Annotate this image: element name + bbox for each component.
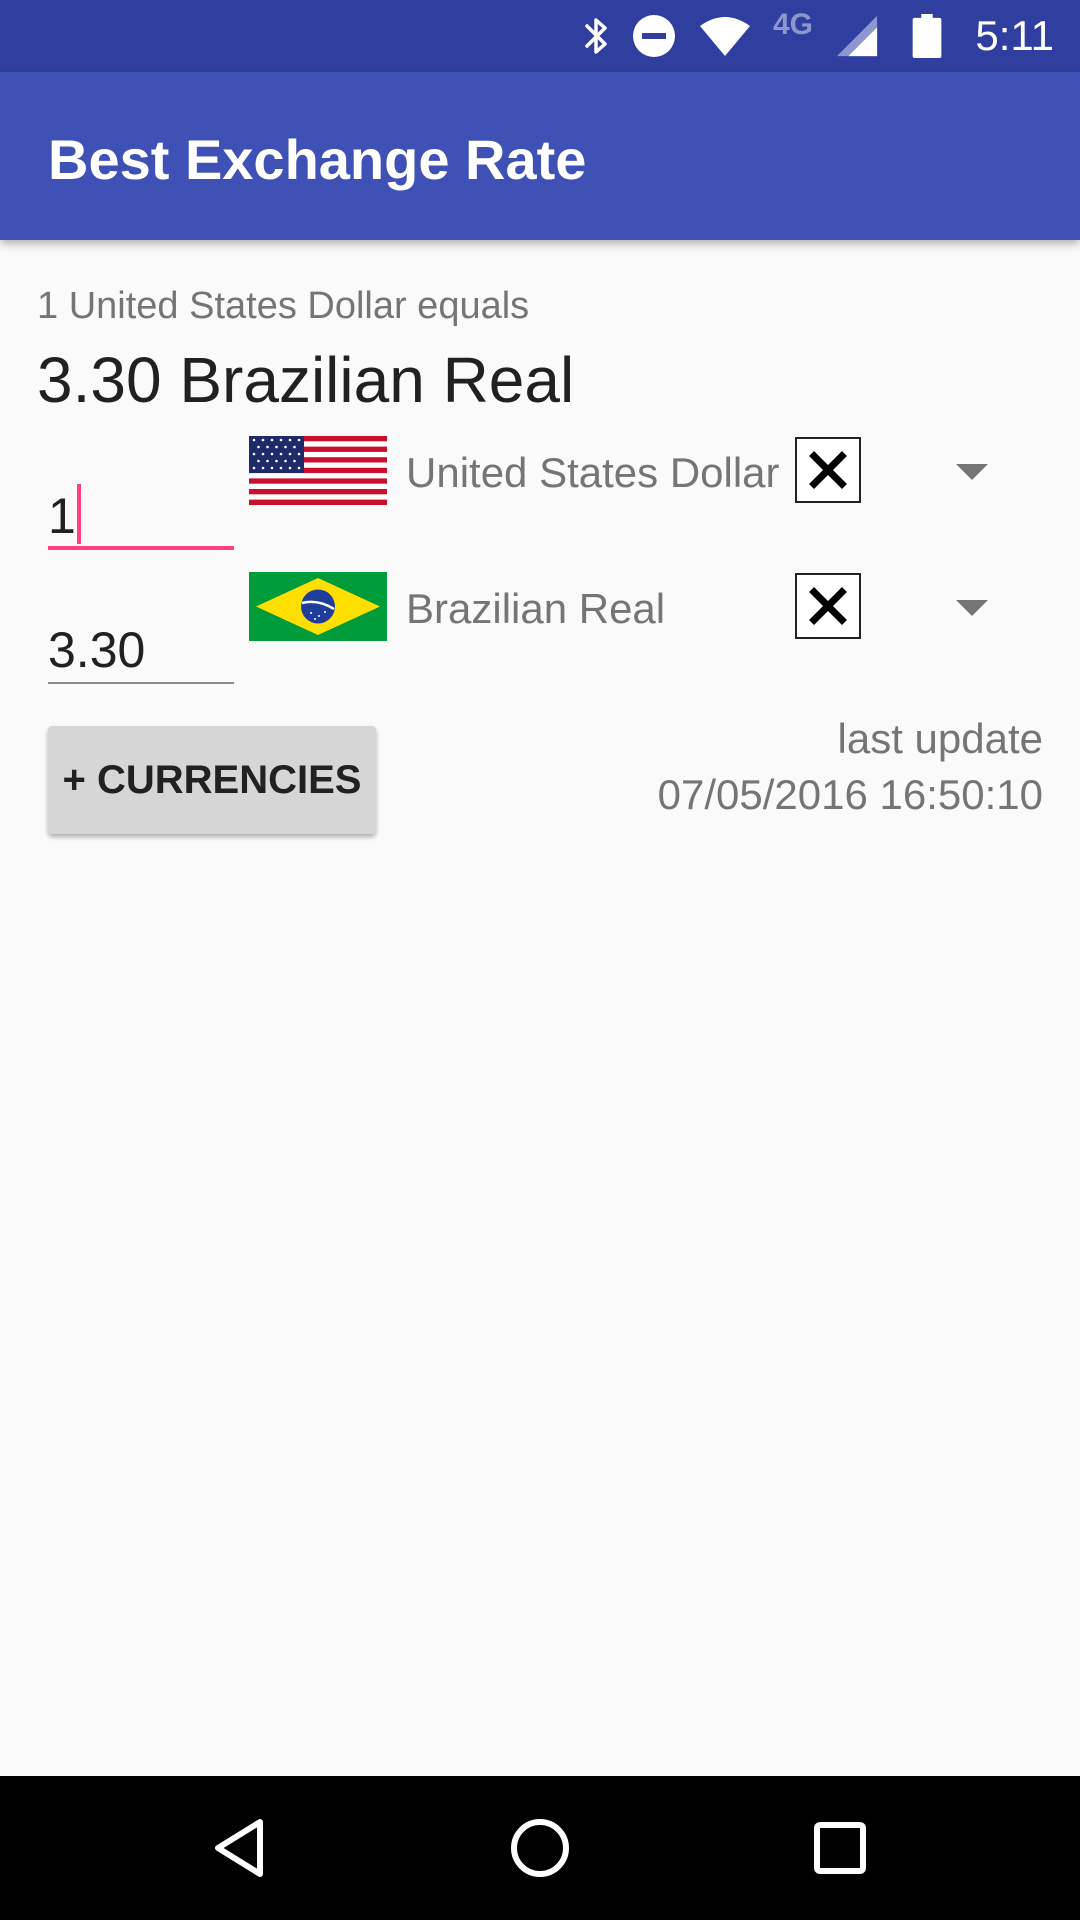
recents-icon[interactable] bbox=[804, 1812, 876, 1884]
bluetooth-icon bbox=[585, 18, 607, 54]
currency-name-brl[interactable]: Brazilian Real bbox=[406, 583, 665, 635]
amount-input-usd[interactable]: 1 bbox=[48, 478, 234, 550]
cell-signal-icon bbox=[836, 15, 878, 57]
amount-input-brl[interactable]: 3.30 bbox=[48, 612, 234, 684]
brazil-flag-icon bbox=[249, 572, 387, 641]
us-flag-icon bbox=[249, 436, 387, 505]
text-cursor bbox=[77, 484, 81, 544]
status-bar: 4G 5:11 bbox=[0, 0, 1080, 72]
network-type-label: 4G bbox=[773, 8, 814, 41]
add-currencies-button[interactable]: + CURRENCIES bbox=[48, 726, 376, 834]
last-update-label: last update bbox=[837, 715, 1044, 762]
wifi-icon bbox=[700, 17, 750, 56]
app-bar: Best Exchange Rate bbox=[0, 72, 1080, 240]
close-icon bbox=[809, 451, 847, 489]
close-icon bbox=[809, 587, 847, 625]
input-underline bbox=[48, 682, 234, 684]
app-title: Best Exchange Rate bbox=[48, 128, 587, 191]
navigation-bar bbox=[0, 1776, 1080, 1920]
rate-result: 3.30 Brazilian Real bbox=[37, 344, 575, 416]
chevron-down-icon[interactable] bbox=[956, 464, 988, 482]
clock: 5:11 bbox=[975, 12, 1054, 59]
input-underline bbox=[48, 546, 234, 550]
battery-icon bbox=[912, 14, 942, 58]
do-not-disturb-icon bbox=[633, 15, 675, 57]
last-update-timestamp: 07/05/2016 16:50:10 bbox=[657, 771, 1043, 818]
back-icon[interactable] bbox=[204, 1812, 276, 1884]
remove-currency-button[interactable] bbox=[795, 437, 861, 503]
currency-name-usd[interactable]: United States Dollar bbox=[406, 447, 780, 499]
rate-caption: 1 United States Dollar equals bbox=[37, 285, 530, 327]
home-icon[interactable] bbox=[504, 1812, 576, 1884]
remove-currency-button[interactable] bbox=[795, 573, 861, 639]
chevron-down-icon[interactable] bbox=[956, 600, 988, 618]
